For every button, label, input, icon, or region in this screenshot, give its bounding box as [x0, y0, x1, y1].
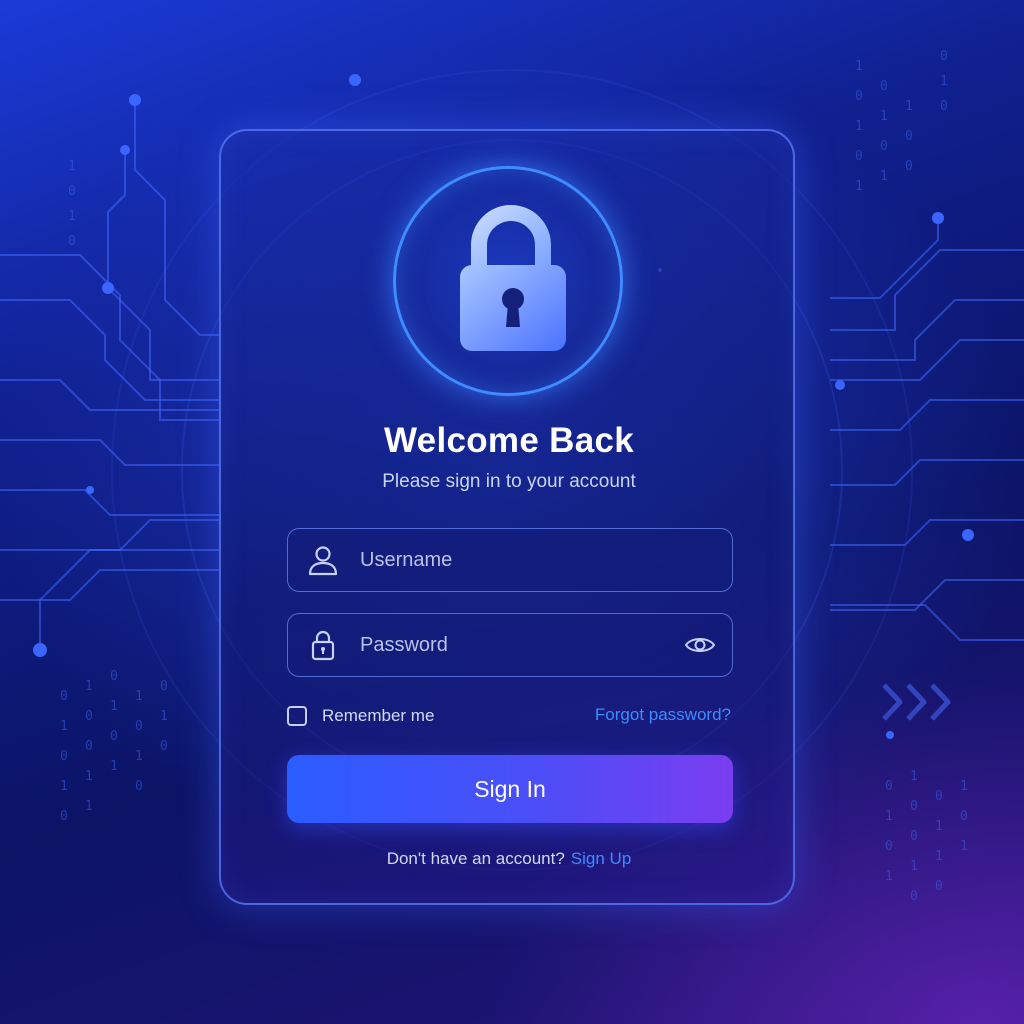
svg-text:0: 0 — [68, 234, 76, 249]
svg-text:0: 0 — [110, 729, 118, 744]
svg-text:0: 0 — [905, 129, 913, 144]
svg-text:1: 1 — [880, 109, 888, 124]
checkbox-box[interactable] — [287, 706, 307, 726]
svg-text:0: 0 — [85, 739, 93, 754]
svg-text:0: 0 — [880, 79, 888, 94]
svg-text:1: 1 — [905, 99, 913, 114]
sign-up-link[interactable]: Sign Up — [571, 849, 631, 868]
svg-text:1: 1 — [68, 159, 76, 174]
svg-text:0: 0 — [885, 839, 893, 854]
login-card: Welcome Back Please sign in to your acco… — [219, 129, 795, 905]
svg-text:1: 1 — [935, 819, 943, 834]
svg-text:1: 1 — [940, 74, 948, 89]
svg-text:0: 0 — [60, 689, 68, 704]
svg-text:1: 1 — [880, 169, 888, 184]
page-subtitle: Please sign in to your account — [382, 471, 636, 492]
svg-text:0: 0 — [135, 719, 143, 734]
svg-text:1: 1 — [960, 779, 968, 794]
svg-text:1: 1 — [910, 769, 918, 784]
svg-text:1: 1 — [135, 689, 143, 704]
user-icon — [308, 546, 338, 576]
password-field[interactable] — [287, 613, 733, 677]
svg-text:0: 0 — [160, 679, 168, 694]
username-field[interactable] — [287, 528, 733, 592]
svg-text:1: 1 — [885, 809, 893, 824]
login-screen: 1 0 1 0 1 0 1 0 1 0 1 0 1 1 0 0 0 1 0 0 1 0 1 0 1 0 0 1 1 0 1 0 1… — [0, 0, 1024, 1024]
signup-prompt: Don't have an account? Sign Up — [221, 849, 797, 869]
svg-text:0: 0 — [960, 809, 968, 824]
lock-icon — [311, 630, 335, 661]
svg-text:1: 1 — [960, 839, 968, 854]
chevrons-right-icon — [882, 683, 951, 721]
svg-text:0: 0 — [85, 709, 93, 724]
svg-text:0: 0 — [910, 829, 918, 844]
svg-text:0: 0 — [160, 739, 168, 754]
svg-text:1: 1 — [910, 859, 918, 874]
padlock-icon — [460, 205, 566, 351]
svg-text:1: 1 — [85, 799, 93, 814]
svg-text:1: 1 — [60, 719, 68, 734]
svg-text:1: 1 — [85, 679, 93, 694]
eye-icon[interactable] — [684, 630, 716, 660]
lock-emblem — [393, 166, 623, 396]
svg-text:1: 1 — [855, 119, 863, 134]
sign-in-button[interactable]: Sign In — [287, 755, 733, 823]
svg-text:0: 0 — [935, 789, 943, 804]
svg-text:0: 0 — [110, 669, 118, 684]
svg-text:0: 0 — [60, 749, 68, 764]
svg-text:1: 1 — [885, 869, 893, 884]
svg-text:0: 0 — [940, 49, 948, 64]
svg-text:1: 1 — [68, 209, 76, 224]
svg-text:0: 0 — [910, 889, 918, 904]
svg-text:1: 1 — [110, 759, 118, 774]
svg-text:0: 0 — [855, 149, 863, 164]
svg-text:0: 0 — [135, 779, 143, 794]
svg-text:0: 0 — [905, 159, 913, 174]
svg-text:0: 0 — [940, 99, 948, 114]
svg-text:1: 1 — [935, 849, 943, 864]
svg-text:1: 1 — [855, 179, 863, 194]
remember-me-checkbox[interactable]: Remember me — [287, 703, 434, 729]
username-input[interactable] — [358, 529, 682, 591]
no-account-text: Don't have an account? — [386, 849, 565, 868]
svg-text:0: 0 — [885, 779, 893, 794]
svg-text:1: 1 — [85, 769, 93, 784]
page-title: Welcome Back — [383, 421, 635, 460]
svg-text:1: 1 — [855, 59, 863, 74]
svg-text:1: 1 — [160, 709, 168, 724]
svg-text:0: 0 — [935, 879, 943, 894]
svg-text:1: 1 — [110, 699, 118, 714]
svg-text:0: 0 — [910, 799, 918, 814]
remember-me-label: Remember me — [322, 706, 435, 725]
svg-text:0: 0 — [855, 89, 863, 104]
svg-text:1: 1 — [135, 749, 143, 764]
svg-text:0: 0 — [68, 184, 76, 199]
svg-text:1: 1 — [60, 779, 68, 794]
password-input[interactable] — [358, 614, 682, 676]
svg-text:0: 0 — [60, 809, 68, 824]
svg-text:0: 0 — [880, 139, 888, 154]
forgot-password-link[interactable]: Forgot password? — [595, 705, 731, 725]
